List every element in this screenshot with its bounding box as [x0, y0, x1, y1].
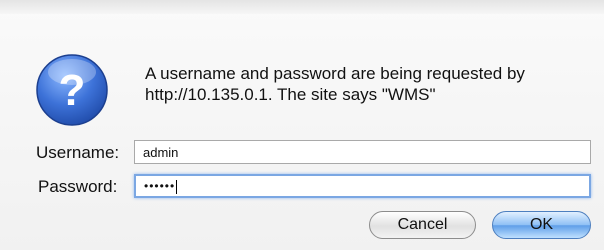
- auth-dialog: ? A username and password are being requ…: [0, 0, 604, 250]
- password-field[interactable]: ••••••: [134, 174, 591, 198]
- ok-button[interactable]: OK: [492, 211, 591, 239]
- password-label: Password:: [38, 177, 118, 196]
- text-caret: [176, 179, 178, 194]
- svg-text:?: ?: [59, 66, 86, 115]
- cancel-button[interactable]: Cancel: [369, 211, 476, 239]
- auth-message: A username and password are being reques…: [145, 64, 525, 104]
- username-label: Username:: [36, 143, 120, 162]
- password-masked-value: ••••••: [144, 179, 176, 193]
- username-field[interactable]: admin: [134, 140, 591, 164]
- question-icon: ?: [34, 52, 110, 128]
- dialog-top-edge: [0, 0, 604, 14]
